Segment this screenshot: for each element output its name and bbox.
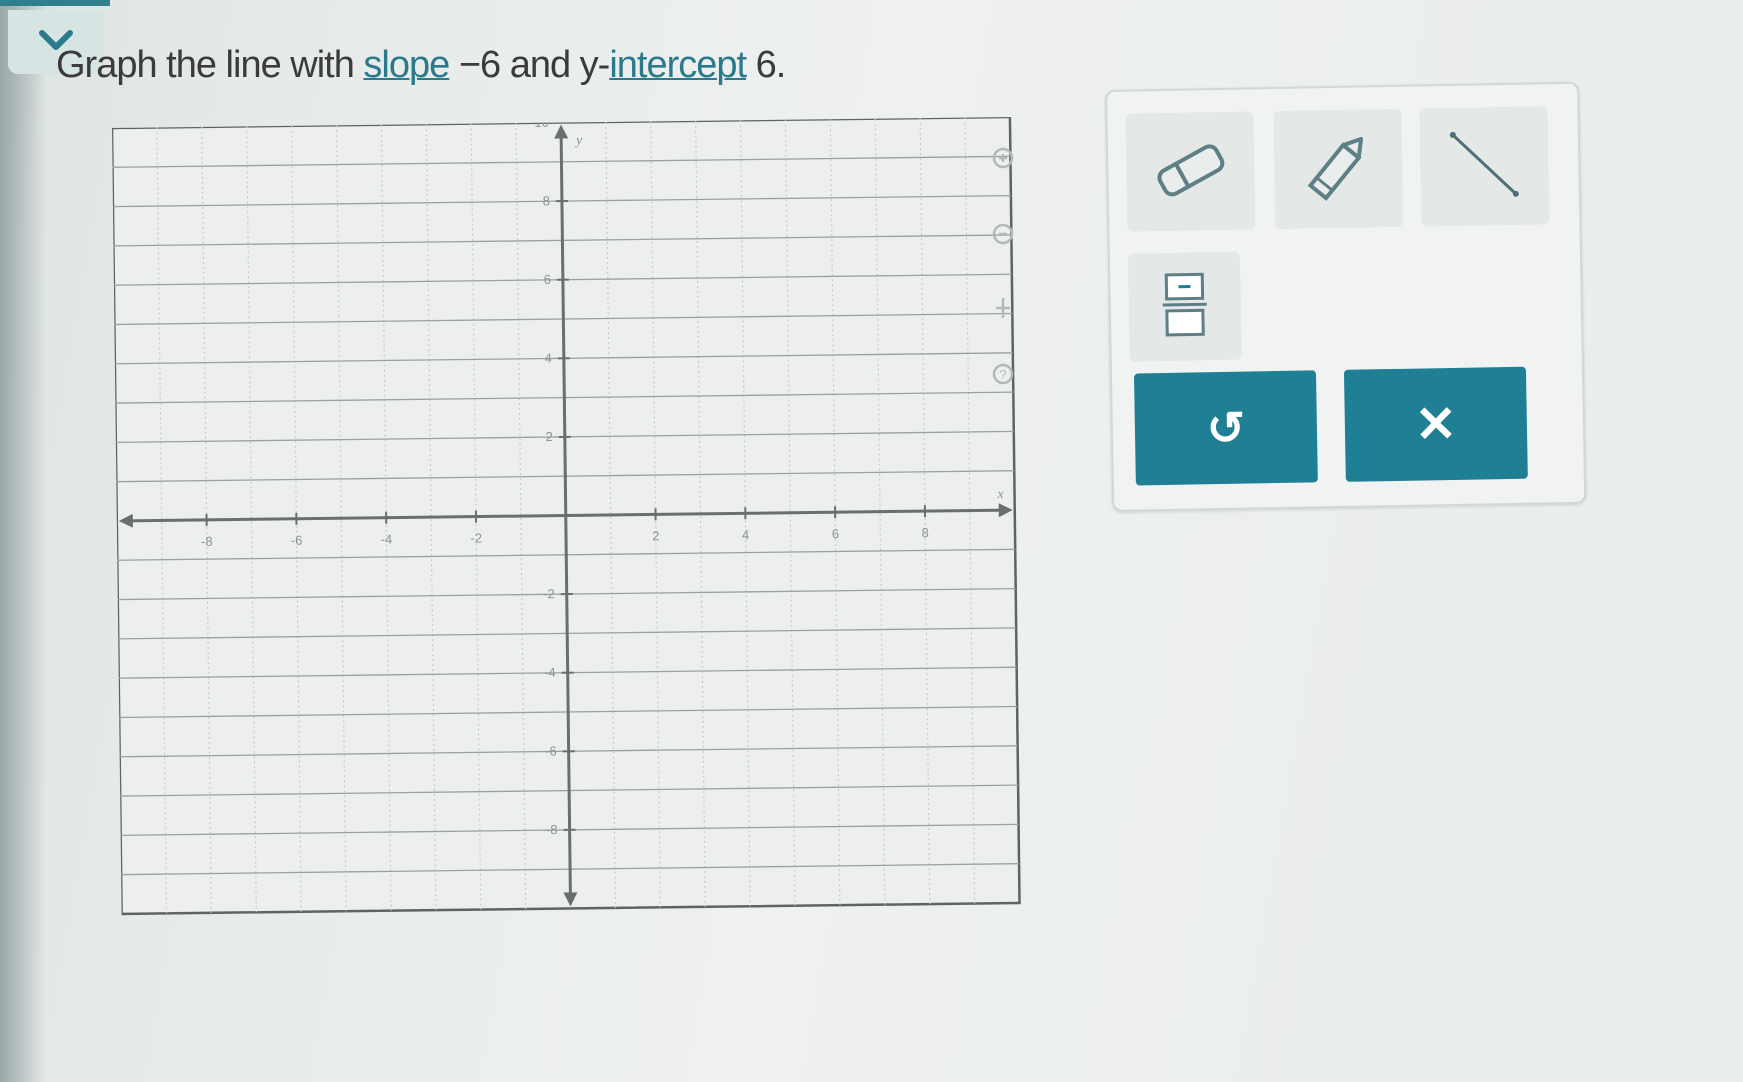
undo-button[interactable]: ↺ <box>1133 370 1318 486</box>
y-tick-label: -8 <box>546 822 558 837</box>
intercept-term-link[interactable]: intercept <box>609 44 747 86</box>
y-axis-label: y <box>574 133 583 148</box>
x-tick-label: 4 <box>742 527 749 542</box>
y-tick-label: -4 <box>544 665 556 680</box>
x-tick-label: -2 <box>470 531 482 546</box>
y-tick-label: 4 <box>545 350 552 365</box>
move-icon[interactable] <box>985 290 1021 326</box>
pencil-tool-button[interactable] <box>1273 108 1404 230</box>
graph-area[interactable]: -8 -6 -4 -2 2 4 6 8 10 8 6 4 2 -2 -4 -6 -8 x y <box>112 117 1023 1024</box>
question-text: Graph the line with slope −6 and y-inter… <box>56 44 787 87</box>
y-tick-label: 6 <box>544 272 551 287</box>
x-tick-label: -8 <box>201 534 213 549</box>
y-tick-label: 10 <box>534 117 549 130</box>
question-prefix: Graph the line with <box>56 44 355 86</box>
y-tick-label: 2 <box>545 429 552 444</box>
question-middle: −6 and y- <box>458 44 610 86</box>
y-tick-label: -2 <box>543 586 555 601</box>
eraser-icon <box>1150 138 1231 204</box>
x-tick-label: -4 <box>381 532 393 547</box>
slope-term-link[interactable]: slope <box>363 44 450 86</box>
x-tick-label: 8 <box>921 525 928 540</box>
x-tick-label: 2 <box>652 528 659 543</box>
top-accent-bar <box>0 0 110 6</box>
left-edge-shadow <box>0 0 46 1082</box>
svg-text:?: ? <box>999 367 1006 382</box>
undo-icon: ↺ <box>1206 401 1246 455</box>
eraser-tool-button[interactable] <box>1125 111 1256 232</box>
zoom-out-icon[interactable] <box>985 216 1021 252</box>
line-icon <box>1439 123 1530 210</box>
x-tick-label: -6 <box>291 533 303 548</box>
zoom-in-icon[interactable] <box>985 140 1021 176</box>
help-icon[interactable]: ? <box>985 356 1021 392</box>
drawing-tools-panel: ↺ ✕ <box>1105 81 1587 512</box>
question-suffix: 6. <box>755 44 787 86</box>
clear-button[interactable]: ✕ <box>1343 366 1528 482</box>
close-icon: ✕ <box>1414 395 1458 453</box>
pencil-icon <box>1298 126 1379 212</box>
fraction-icon <box>1154 268 1215 346</box>
graph-side-controls: ? <box>985 140 1025 430</box>
coordinate-grid[interactable]: -8 -6 -4 -2 2 4 6 8 10 8 6 4 2 -2 -4 -6 -8 x y <box>112 117 1023 1024</box>
line-tool-button[interactable] <box>1419 106 1550 227</box>
y-tick-label: 8 <box>543 193 550 208</box>
fraction-tool-button[interactable] <box>1127 251 1242 362</box>
y-tick-label: -6 <box>545 743 557 758</box>
x-tick-label: 6 <box>832 526 839 541</box>
x-axis-label: x <box>996 487 1004 502</box>
